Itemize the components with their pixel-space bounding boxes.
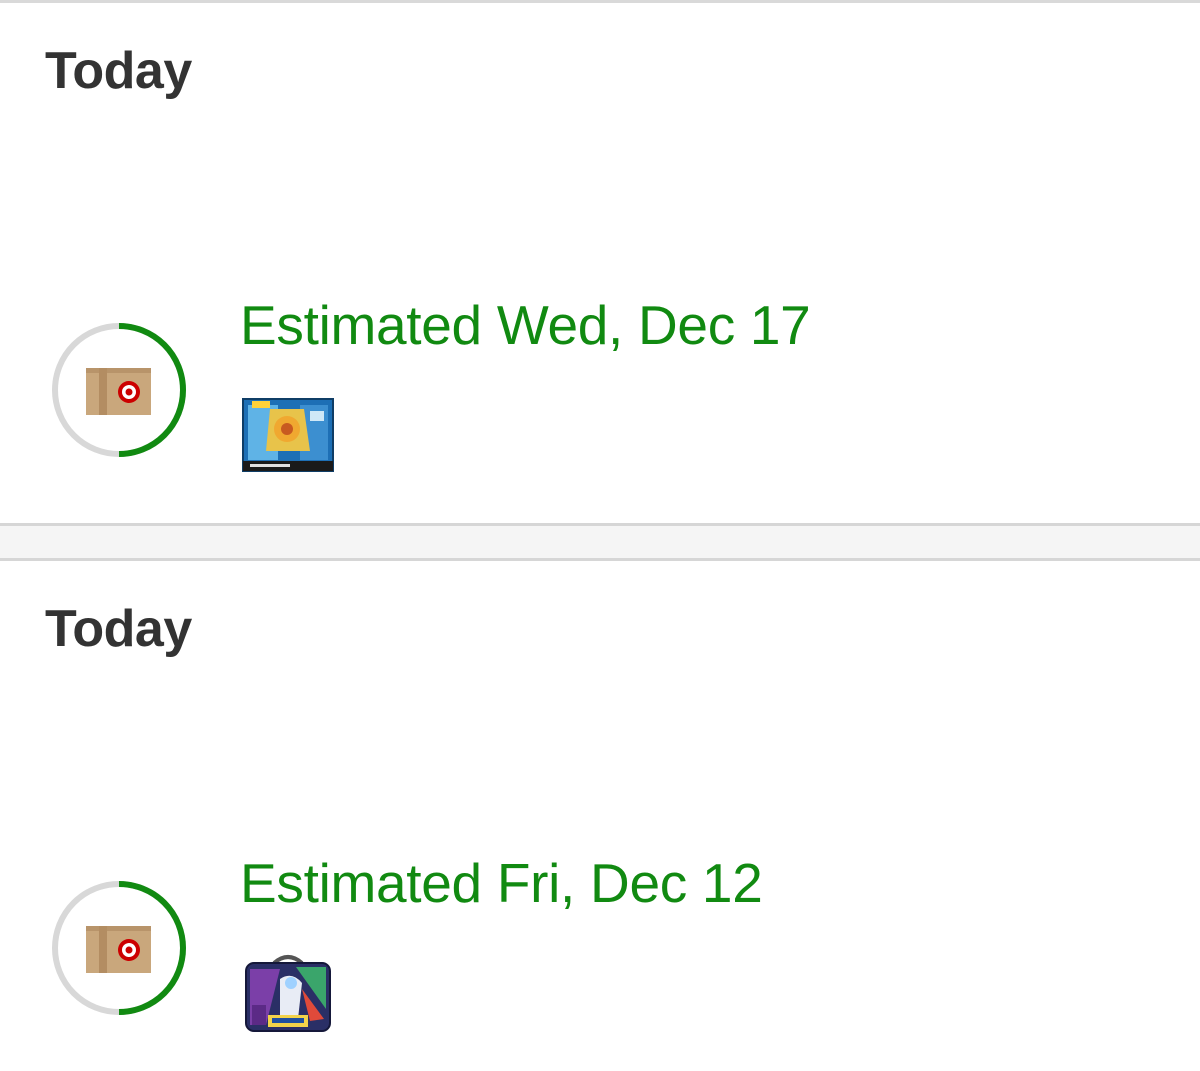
order-card[interactable]: Today Estimated Wed, Dec 17 xyxy=(0,3,1200,523)
order-date-heading: Today xyxy=(45,42,192,100)
pokemon-collector-tin-image[interactable] xyxy=(240,949,336,1037)
order-date-heading: Today xyxy=(45,600,192,658)
target-package-icon xyxy=(86,368,151,415)
estimated-delivery-date[interactable]: Estimated Fri, Dec 12 xyxy=(240,851,763,915)
pokemon-card-box-image[interactable] xyxy=(240,391,336,479)
section-separator xyxy=(0,523,1200,561)
estimated-delivery-date[interactable]: Estimated Wed, Dec 17 xyxy=(240,293,811,357)
delivery-progress-ring xyxy=(50,879,188,1017)
order-card[interactable]: Today Estimated Fri, Dec 12 xyxy=(0,561,1200,1071)
delivery-progress-ring xyxy=(50,321,188,459)
target-package-icon xyxy=(86,926,151,973)
